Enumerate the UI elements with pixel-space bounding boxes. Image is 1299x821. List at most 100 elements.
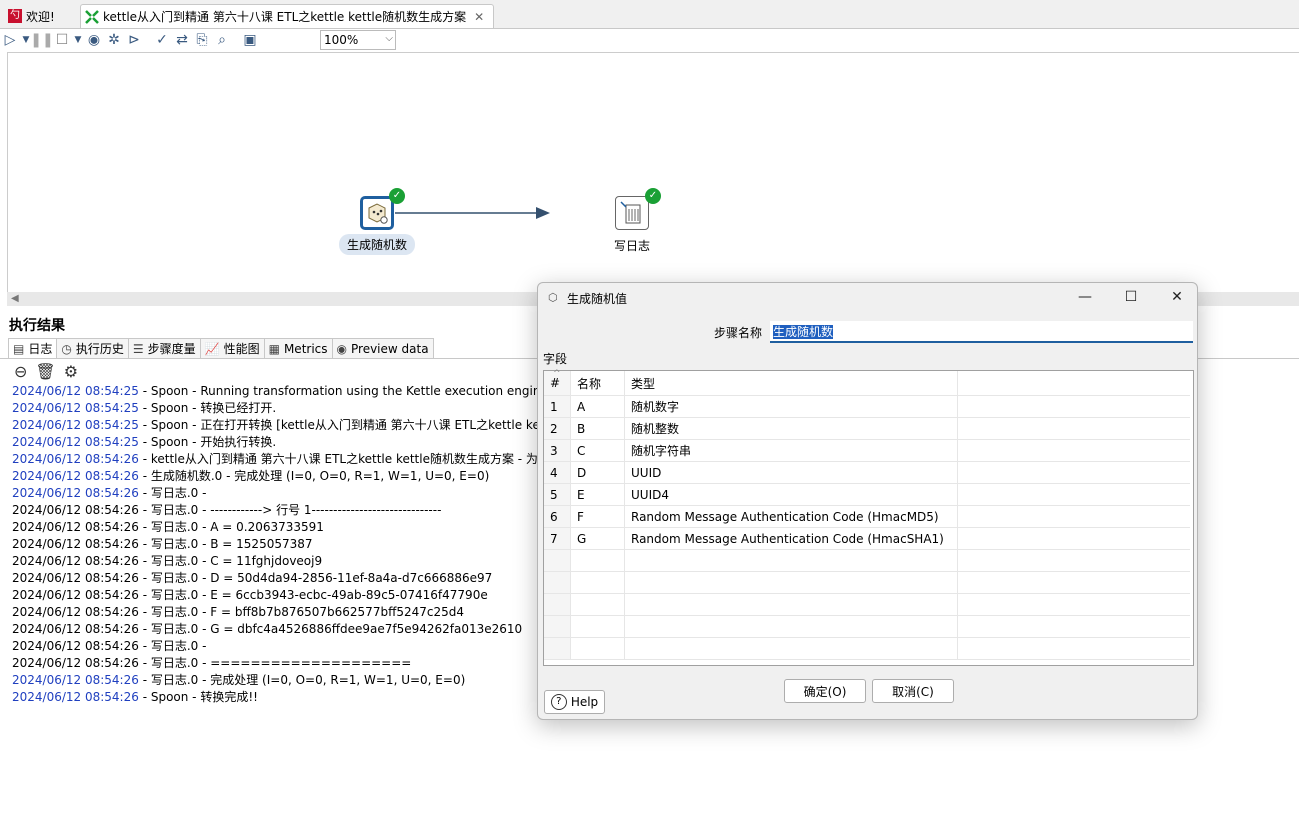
table-cell-name[interactable] — [570, 549, 625, 572]
cancel-button[interactable]: 取消(C) — [872, 679, 954, 703]
column-header-name[interactable]: 名称 — [570, 371, 625, 396]
table-cell[interactable] — [957, 483, 1190, 506]
table-row[interactable]: 5 E UUID4 — [544, 483, 1190, 506]
generate-random-dialog: ⬡ 生成随机值 — ☐ ✕ 步骤名称 生成随机数 字段 ^ # 名称 类型 1A… — [537, 282, 1198, 720]
minimize-icon[interactable]: — — [1076, 288, 1094, 306]
table-cell-num[interactable]: 5 — [544, 483, 571, 506]
log-settings-icon[interactable]: ⚙ — [64, 362, 78, 381]
tab-preview-data[interactable]: ◉ Preview data — [331, 338, 434, 358]
table-cell-name[interactable] — [570, 615, 625, 638]
table-cell-num[interactable] — [544, 571, 571, 594]
scroll-left-icon[interactable]: ◀ — [11, 293, 19, 304]
ok-button[interactable]: 确定(O) — [784, 679, 866, 703]
table-cell-num[interactable]: 1 — [544, 395, 571, 418]
table-cell[interactable] — [957, 417, 1190, 440]
table-cell-name[interactable]: D — [570, 461, 625, 484]
step-write-log[interactable] — [615, 196, 649, 230]
close-icon[interactable]: ✕ — [1168, 288, 1186, 306]
log-line: 2024/06/12 08:54:26 - 写日志.0 - E = 6ccb39… — [12, 587, 542, 604]
log-message: - 写日志.0 - C = 11fghjdoveoj9 — [138, 554, 323, 568]
table-cell[interactable] — [957, 439, 1190, 462]
log-message: - 写日志.0 - E = 6ccb3943-ecbc-49ab-89c5-07… — [138, 588, 488, 602]
table-row[interactable]: 3 C 随机字符串 — [544, 439, 1190, 462]
table-cell-type[interactable] — [624, 571, 958, 594]
tab-log[interactable]: ▤ 日志 — [8, 338, 58, 358]
table-row[interactable]: 4 D UUID — [544, 461, 1190, 484]
log-message: - 写日志.0 - ==================== — [138, 656, 412, 670]
fields-table[interactable]: ^ # 名称 类型 1 A 随机数字 2 B 随机整数 3 C 随机字符串 4 D UUID 5 E UUI… — [543, 369, 1194, 666]
table-cell[interactable] — [957, 527, 1190, 550]
tab-history[interactable]: ◷ 执行历史 — [56, 338, 129, 358]
table-cell-type[interactable]: 随机字符串 — [624, 439, 958, 462]
table-cell-type[interactable] — [624, 637, 958, 660]
table-cell-name[interactable] — [570, 593, 625, 616]
table-cell-num[interactable]: 7 — [544, 527, 571, 550]
table-row[interactable] — [544, 549, 1190, 572]
table-cell-num[interactable]: 3 — [544, 439, 571, 462]
table-cell-num[interactable]: 4 — [544, 461, 571, 484]
step-name-input[interactable]: 生成随机数 — [770, 321, 1193, 343]
log-message: - 写日志.0 - B = 1525057387 — [138, 537, 313, 551]
table-cell-type[interactable] — [624, 593, 958, 616]
table-row[interactable]: 7 G Random Message Authentication Code (Hm… — [544, 527, 1190, 550]
column-header-empty — [957, 371, 1190, 396]
table-cell[interactable] — [957, 637, 1190, 660]
table-cell-name[interactable]: G — [570, 527, 625, 550]
clear-log-icon[interactable]: 🗑 — [35, 362, 55, 381]
table-row[interactable]: 2 B 随机整数 — [544, 417, 1190, 440]
log-line: 2024/06/12 08:54:25 - Spoon - Running tr… — [12, 383, 542, 400]
table-row[interactable] — [544, 615, 1190, 638]
table-cell-type[interactable]: UUID — [624, 461, 958, 484]
column-header-type[interactable]: 类型 — [624, 371, 958, 396]
table-cell[interactable] — [957, 395, 1190, 418]
table-cell[interactable] — [957, 505, 1190, 528]
eye-icon: ◉ — [336, 341, 347, 356]
table-cell-name[interactable]: B — [570, 417, 625, 440]
table-cell-name[interactable] — [570, 637, 625, 660]
table-cell[interactable] — [957, 593, 1190, 616]
table-row[interactable]: 6 F Random Message Authentication Code (Hm… — [544, 505, 1190, 528]
table-cell-type[interactable] — [624, 549, 958, 572]
dialog-titlebar[interactable]: ⬡ 生成随机值 — ☐ ✕ — [538, 283, 1197, 311]
tab-performance[interactable]: 📈 性能图 — [199, 338, 265, 358]
table-cell-name[interactable]: C — [570, 439, 625, 462]
log-text-area[interactable]: 2024/06/12 08:54:25 - Spoon - Running tr… — [12, 383, 542, 706]
history-icon: ◷ — [61, 341, 72, 356]
table-cell-type[interactable] — [624, 615, 958, 638]
table-cell-type[interactable]: UUID4 — [624, 483, 958, 506]
step-label-write-log: 写日志 — [614, 239, 651, 253]
table-cell[interactable] — [957, 461, 1190, 484]
table-cell-name[interactable]: E — [570, 483, 625, 506]
table-cell[interactable] — [957, 549, 1190, 572]
help-button[interactable]: ? Help — [544, 690, 605, 714]
table-row[interactable] — [544, 637, 1190, 660]
performance-chart-icon: 📈 — [204, 341, 220, 356]
table-cell-num[interactable] — [544, 637, 571, 660]
table-cell-name[interactable]: F — [570, 505, 625, 528]
table-cell-type[interactable]: Random Message Authentication Code (Hmac… — [624, 527, 958, 550]
table-cell-name[interactable] — [570, 571, 625, 594]
table-cell-type[interactable]: Random Message Authentication Code (Hmac… — [624, 505, 958, 528]
table-cell-num[interactable] — [544, 615, 571, 638]
table-cell-type[interactable]: 随机数字 — [624, 395, 958, 418]
log-line: 2024/06/12 08:54:26 - 生成随机数.0 - 完成处理 (I=… — [12, 468, 542, 485]
table-cell[interactable] — [957, 571, 1190, 594]
table-cell[interactable] — [957, 615, 1190, 638]
table-cell-type[interactable]: 随机整数 — [624, 417, 958, 440]
table-cell-num[interactable] — [544, 593, 571, 616]
table-cell-name[interactable]: A — [570, 395, 625, 418]
table-cell-num[interactable]: 2 — [544, 417, 571, 440]
table-row[interactable]: 1 A 随机数字 — [544, 395, 1190, 418]
table-cell-num[interactable]: 6 — [544, 505, 571, 528]
log-line: 2024/06/12 08:54:26 - 写日志.0 - G = dbfc4a… — [12, 621, 542, 638]
log-message: - Spoon - 开始执行转换. — [138, 435, 277, 449]
tab-metrics[interactable]: ▦ Metrics — [263, 338, 333, 358]
step-generate-random[interactable] — [360, 196, 394, 230]
table-row[interactable] — [544, 593, 1190, 616]
log-timestamp: 2024/06/12 08:54:26 — [12, 452, 139, 466]
maximize-icon[interactable]: ☐ — [1122, 288, 1140, 306]
table-cell-num[interactable] — [544, 549, 571, 572]
table-row[interactable] — [544, 571, 1190, 594]
tab-step-metrics[interactable]: ☰ 步骤度量 — [127, 338, 201, 358]
stop-log-icon[interactable]: ⊖ — [14, 362, 27, 381]
